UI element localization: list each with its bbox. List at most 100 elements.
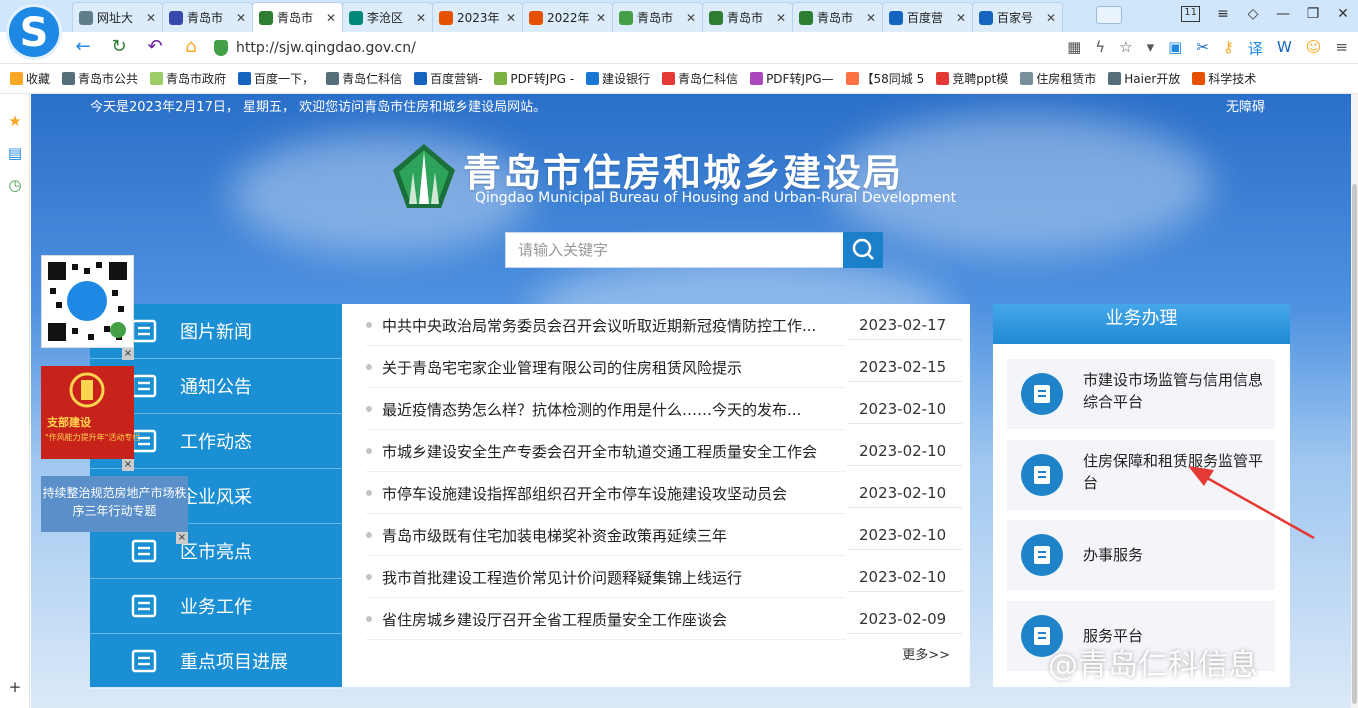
browser-tab[interactable]: 青岛市 ✕ — [612, 2, 703, 32]
accessibility-link[interactable]: 无障碍 — [1226, 96, 1265, 115]
party-building-ad[interactable]: 支部建设 "作风能力提升年"活动专栏 — [41, 366, 140, 459]
add-icon[interactable]: + — [6, 678, 24, 696]
news-row[interactable]: 我市首批建设工程造价常见计价问题释疑集锦上线运行 2023-02-10 — [342, 556, 970, 598]
skin-icon[interactable]: ◇ — [1246, 6, 1260, 22]
bookmark-item[interactable]: Haier开放 — [1108, 70, 1180, 87]
browser-tab[interactable]: 青岛市 ✕ — [792, 2, 883, 32]
news-row[interactable]: 青岛市级既有住宅加装电梯奖补资金政策再延续三年 2023-02-10 — [342, 514, 970, 556]
news-title[interactable]: 关于青岛宅宅家企业管理有限公司的住房租赁风险提示 — [382, 357, 844, 378]
close-qr-ad-button[interactable]: × — [122, 348, 134, 360]
close-red-ad-button[interactable]: × — [122, 459, 134, 471]
real-estate-topic-ad[interactable]: 持续整治规范房地产市场秩序三年行动专题 — [41, 476, 188, 532]
back-icon[interactable]: ← — [72, 36, 94, 57]
bookmark-item[interactable]: 青岛市政府 — [150, 70, 226, 87]
bookmark-item[interactable]: 竞聘ppt模 — [936, 70, 1008, 87]
browser-tab[interactable]: 青岛市 ✕ — [162, 2, 253, 32]
favorites-star-icon[interactable]: ★ — [6, 112, 24, 130]
emoji-icon[interactable]: ☺ — [1306, 38, 1322, 59]
bookmark-item[interactable]: 科学技术 — [1192, 70, 1256, 87]
news-row[interactable]: 省住房城乡建设厅召开全省工程质量安全工作座谈会 2023-02-09 — [342, 598, 970, 640]
menu-item[interactable]: 重点项目进展 — [90, 634, 342, 689]
browser-tab[interactable]: 2022年 ✕ — [522, 2, 613, 32]
tab-close-icon[interactable]: ✕ — [956, 11, 966, 25]
scissors-icon[interactable]: ✂ — [1196, 38, 1209, 59]
undo-icon[interactable]: ↶ — [144, 36, 166, 57]
browser-tab[interactable]: 李沧区 ✕ — [342, 2, 433, 32]
history-clock-icon[interactable]: ◷ — [6, 176, 24, 194]
news-title[interactable]: 最近疫情态势怎么样？抗体检测的作用是什么……今天的发布... — [382, 399, 844, 420]
new-tab-button[interactable] — [1096, 6, 1122, 24]
business-item[interactable]: 市建设市场监管与信用信息综合平台 — [1007, 359, 1275, 429]
window-count-badge[interactable]: 11 — [1181, 6, 1200, 22]
translate-icon[interactable]: 译 — [1248, 38, 1263, 59]
word-icon[interactable]: W — [1277, 38, 1292, 59]
browser-tab[interactable]: 百度营 ✕ — [882, 2, 973, 32]
menu-icon[interactable]: ≡ — [1216, 6, 1230, 22]
news-row[interactable]: 中共中央政治局常务委员会召开会议听取近期新冠疫情防控工作... 2023-02-1… — [342, 304, 970, 346]
tab-close-icon[interactable]: ✕ — [506, 11, 516, 25]
news-title[interactable]: 市停车设施建设指挥部组织召开全市停车设施建设攻坚动员会 — [382, 483, 844, 504]
bookmark-item[interactable]: 住房租赁市 — [1020, 70, 1096, 87]
minimize-icon[interactable]: — — [1276, 6, 1290, 22]
tab-close-icon[interactable]: ✕ — [596, 11, 606, 25]
news-title[interactable]: 我市首批建设工程造价常见计价问题释疑集锦上线运行 — [382, 567, 844, 588]
bookmark-item[interactable]: PDF转JPG— — [750, 70, 834, 87]
news-title[interactable]: 青岛市级既有住宅加装电梯奖补资金政策再延续三年 — [382, 525, 844, 546]
search-button[interactable] — [843, 232, 883, 268]
home-icon[interactable]: ⌂ — [180, 36, 202, 57]
bookmark-item[interactable]: PDF转JPG - — [494, 70, 574, 87]
browser-tab[interactable]: 青岛市 ✕ — [702, 2, 793, 32]
menu-item[interactable]: 业务工作 — [90, 579, 342, 634]
more-menu-icon[interactable]: ≡ — [1335, 38, 1348, 59]
tab-close-icon[interactable]: ✕ — [236, 11, 246, 25]
browser-tab[interactable]: 百家号 ✕ — [972, 2, 1063, 32]
business-item[interactable]: 办事服务 — [1007, 520, 1275, 590]
bookmark-item[interactable]: 青岛仁科信 — [662, 70, 738, 87]
tab-close-icon[interactable]: ✕ — [416, 11, 426, 25]
bookmark-item[interactable]: 建设银行 — [586, 70, 650, 87]
scrollbar-thumb[interactable] — [1352, 184, 1357, 704]
star-icon[interactable]: ☆ — [1119, 38, 1132, 59]
search-input[interactable] — [506, 233, 844, 267]
tab-close-icon[interactable]: ✕ — [776, 11, 786, 25]
news-row[interactable]: 最近疫情态势怎么样？抗体检测的作用是什么……今天的发布... 2023-02-10 — [342, 388, 970, 430]
page-scrollbar[interactable] — [1351, 94, 1358, 708]
bookmark-item[interactable]: 百度营销- — [414, 70, 482, 87]
refresh-icon[interactable]: ↻ — [108, 36, 130, 57]
tab-close-icon[interactable]: ✕ — [1046, 11, 1056, 25]
bookmark-item[interactable]: 青岛仁科信 — [326, 70, 402, 87]
bookmark-item[interactable]: 青岛市公共 — [62, 70, 138, 87]
qr-code-ad[interactable] — [41, 255, 134, 348]
close-blue-ad-button[interactable]: × — [176, 532, 188, 544]
reader-icon[interactable]: ▤ — [6, 144, 24, 162]
tab-close-icon[interactable]: ✕ — [686, 11, 696, 25]
bookmark-item[interactable]: 收藏 — [10, 70, 50, 87]
url-field[interactable]: http://sjw.qingdao.gov.cn/ — [214, 36, 984, 60]
extension-icon[interactable]: ▣ — [1168, 38, 1182, 59]
close-icon[interactable]: ✕ — [1336, 6, 1350, 22]
browser-logo-icon[interactable] — [6, 4, 62, 60]
tab-close-icon[interactable]: ✕ — [146, 11, 156, 25]
grid-icon[interactable]: ▦ — [1067, 38, 1081, 59]
more-link[interactable]: 更多>> — [902, 644, 950, 663]
news-row[interactable]: 关于青岛宅宅家企业管理有限公司的住房租赁风险提示 2023-02-15 — [342, 346, 970, 388]
news-row[interactable]: 市停车设施建设指挥部组织召开全市停车设施建设攻坚动员会 2023-02-10 — [342, 472, 970, 514]
key-icon[interactable]: ⚷ — [1223, 38, 1234, 59]
restore-icon[interactable]: ❐ — [1306, 6, 1320, 22]
tab-favicon-icon — [799, 10, 813, 25]
lightning-icon[interactable]: ϟ — [1095, 38, 1105, 59]
browser-tab[interactable]: 2023年 ✕ — [432, 2, 523, 32]
bookmark-item[interactable]: 百度一下， — [238, 70, 314, 87]
tab-close-icon[interactable]: ✕ — [326, 11, 336, 25]
menu-item[interactable]: 区市亮点 — [90, 524, 342, 579]
news-row[interactable]: 市城乡建设安全生产专委会召开全市轨道交通工程质量安全工作会 2023-02-10 — [342, 430, 970, 472]
tab-close-icon[interactable]: ✕ — [866, 11, 876, 25]
browser-tab[interactable]: 网址大 ✕ — [72, 2, 163, 32]
news-title[interactable]: 省住房城乡建设厅召开全省工程质量安全工作座谈会 — [382, 609, 844, 630]
bookmark-item[interactable]: 【58同城 5 — [845, 70, 924, 87]
business-item[interactable]: 住房保障和租赁服务监管平台 — [1007, 440, 1275, 510]
news-title[interactable]: 市城乡建设安全生产专委会召开全市轨道交通工程质量安全工作会 — [382, 441, 844, 462]
dropdown-icon[interactable]: ▾ — [1147, 38, 1155, 59]
browser-tab[interactable]: 青岛市 ✕ — [252, 2, 343, 32]
news-title[interactable]: 中共中央政治局常务委员会召开会议听取近期新冠疫情防控工作... — [382, 315, 844, 336]
